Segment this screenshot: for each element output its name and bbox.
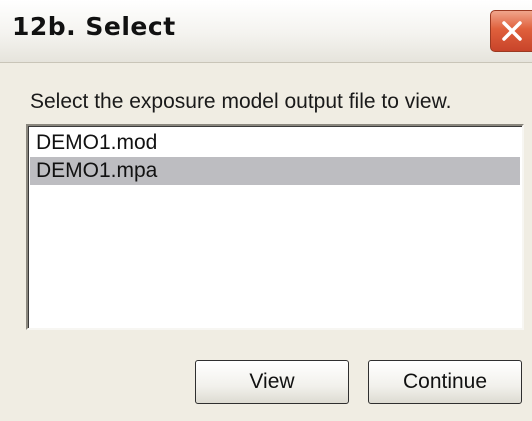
file-listbox[interactable]: DEMO1.mod DEMO1.mpa: [26, 124, 524, 330]
list-item-demo1-mpa[interactable]: DEMO1.mpa: [30, 157, 520, 185]
view-button[interactable]: View: [195, 360, 349, 404]
continue-button[interactable]: Continue: [368, 360, 522, 404]
close-button[interactable]: [490, 10, 532, 52]
title-bar[interactable]: 12b. Select: [0, 0, 532, 63]
instruction-label: Select the exposure model output file to…: [30, 90, 452, 113]
window-title: 12b. Select: [12, 12, 176, 41]
close-icon: [502, 21, 522, 41]
list-item-demo1-mod[interactable]: DEMO1.mod: [30, 129, 520, 157]
